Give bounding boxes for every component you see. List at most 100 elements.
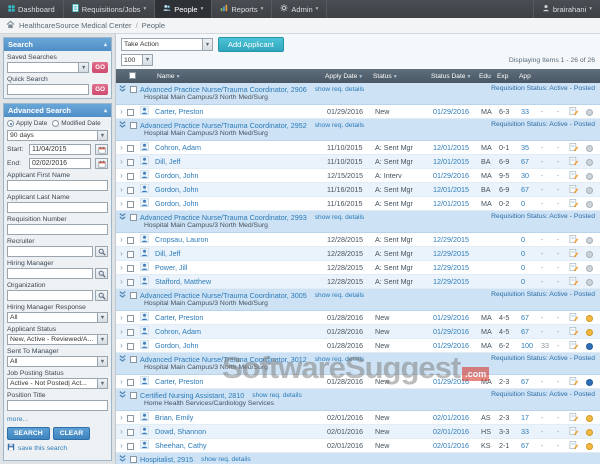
requisition-number-input[interactable] (7, 224, 108, 235)
sent-to-manager-select[interactable]: All ▼ (7, 356, 108, 367)
home-icon[interactable] (6, 20, 15, 31)
applicant-name-link[interactable]: Cropsau, Lauron (155, 235, 327, 244)
row-checkbox[interactable] (127, 108, 134, 116)
applicant-last-name-input[interactable] (7, 202, 108, 213)
column-header-status-date[interactable]: Status Date▼ (431, 73, 479, 80)
nav-item-dashboard[interactable]: Dashboard (0, 0, 64, 18)
edit-notes-icon[interactable] (569, 170, 586, 182)
breadcrumb-site[interactable]: HealthcareSource Medical Center (19, 21, 132, 30)
applicant-first-name-input[interactable] (7, 180, 108, 191)
expand-row-icon[interactable]: › (116, 441, 127, 450)
row-checkbox[interactable] (127, 342, 134, 350)
collapse-group-icon[interactable] (118, 84, 127, 95)
hiring-manager-input[interactable] (7, 268, 93, 279)
add-applicant-button[interactable]: Add Applicant (218, 37, 284, 52)
row-checkbox[interactable] (127, 314, 134, 322)
column-header-edu[interactable]: Edu (479, 73, 497, 80)
quick-search-input[interactable] (7, 84, 90, 95)
select-all-checkbox[interactable] (129, 72, 136, 80)
nav-item-requisitions-jobs[interactable]: Requisitions/Jobs ▾ (64, 0, 156, 18)
edit-notes-icon[interactable] (569, 426, 586, 438)
expand-row-icon[interactable]: › (116, 171, 127, 180)
collapse-group-icon[interactable] (118, 212, 127, 223)
start-date-input[interactable] (29, 144, 91, 155)
user-menu[interactable]: brairahani ▾ (532, 0, 600, 18)
clear-button[interactable]: CLEAR (52, 427, 91, 440)
applicant-name-link[interactable]: Carter, Preston (155, 377, 327, 386)
collapse-group-icon[interactable] (118, 390, 127, 401)
applicant-name-link[interactable]: Dowd, Shannon (155, 427, 327, 436)
job-posting-status-select[interactable]: Active - Not Posted| Act... ▼ (7, 378, 108, 389)
edit-notes-icon[interactable] (569, 312, 586, 324)
applicant-name-link[interactable]: Cohron, Adam (155, 327, 327, 336)
expand-row-icon[interactable]: › (116, 235, 127, 244)
search-lookup-icon[interactable] (95, 268, 108, 279)
date-range-select[interactable]: 90 days ▼ (7, 130, 108, 141)
collapse-group-icon[interactable] (118, 120, 127, 131)
expand-row-icon[interactable]: › (116, 263, 127, 272)
group-checkbox[interactable] (130, 455, 137, 463)
row-checkbox[interactable] (127, 428, 134, 436)
show-req-details-link[interactable]: show req. details (315, 356, 364, 363)
requisition-title-link[interactable]: Advanced Practice Nurse/Trauma Coordinat… (140, 121, 307, 130)
column-header-name[interactable]: Name▼ (157, 73, 325, 80)
row-checkbox[interactable] (127, 144, 134, 152)
edit-notes-icon[interactable] (569, 156, 586, 168)
apply-date-radio[interactable]: Apply Date (7, 120, 47, 127)
search-panel-header[interactable]: Search ▴ (4, 38, 111, 51)
requisition-title-link[interactable]: Hospitalist, 2915 (140, 455, 193, 464)
row-checkbox[interactable] (127, 442, 134, 450)
row-checkbox[interactable] (127, 264, 134, 272)
take-action-select[interactable]: Take Action ▼ (121, 38, 213, 51)
row-checkbox[interactable] (127, 158, 134, 166)
edit-notes-icon[interactable] (569, 106, 586, 118)
requisition-title-link[interactable]: Advanced Practice Nurse/Trauma Coordinat… (140, 291, 307, 300)
row-checkbox[interactable] (127, 278, 134, 286)
edit-notes-icon[interactable] (569, 412, 586, 424)
save-this-search-link[interactable]: save this search (18, 445, 67, 452)
row-checkbox[interactable] (127, 172, 134, 180)
edit-notes-icon[interactable] (569, 234, 586, 246)
collapse-group-icon[interactable] (118, 454, 127, 464)
saved-searches-select[interactable]: ▼ (7, 62, 90, 73)
expand-row-icon[interactable]: › (116, 377, 127, 386)
expand-row-icon[interactable]: › (116, 313, 127, 322)
expand-row-icon[interactable]: › (116, 341, 127, 350)
applicant-name-link[interactable]: Gordon, John (155, 199, 327, 208)
applicant-name-link[interactable]: Power, Jill (155, 263, 327, 272)
expand-row-icon[interactable]: › (116, 143, 127, 152)
applicant-name-link[interactable]: Carter, Preston (155, 313, 327, 322)
applicant-name-link[interactable]: Stafford, Matthew (155, 277, 327, 286)
expand-row-icon[interactable]: › (116, 157, 127, 166)
expand-row-icon[interactable]: › (116, 413, 127, 422)
expand-row-icon[interactable]: › (116, 277, 127, 286)
show-req-details-link[interactable]: show req. details (315, 214, 364, 221)
row-checkbox[interactable] (127, 236, 134, 244)
edit-notes-icon[interactable] (569, 276, 586, 288)
hiring-manager-response-select[interactable]: All ▼ (7, 312, 108, 323)
requisition-title-link[interactable]: Advanced Practice Nurse/Trauma Coordinat… (140, 85, 307, 94)
edit-notes-icon[interactable] (569, 184, 586, 196)
end-date-input[interactable] (29, 158, 91, 169)
column-header-exp[interactable]: Exp (497, 73, 519, 80)
applicant-name-link[interactable]: Gordon, John (155, 171, 327, 180)
quick-search-go-button[interactable]: GO (92, 84, 108, 95)
calendar-icon[interactable] (95, 144, 108, 155)
show-req-details-link[interactable]: show req. details (315, 122, 364, 129)
edit-notes-icon[interactable] (569, 142, 586, 154)
show-req-details-link[interactable]: show req. details (201, 456, 250, 463)
expand-row-icon[interactable]: › (116, 199, 127, 208)
requisition-title-link[interactable]: Certified Nursing Assistant, 2810 (140, 391, 244, 400)
applicant-name-link[interactable]: Carter, Preston (155, 107, 327, 116)
nav-item-reports[interactable]: Reports ▾ (212, 0, 273, 18)
applicant-name-link[interactable]: Gordon, John (155, 341, 327, 350)
nav-item-admin[interactable]: Admin ▾ (272, 0, 328, 18)
edit-notes-icon[interactable] (569, 376, 586, 388)
search-lookup-icon[interactable] (95, 290, 108, 301)
advanced-search-panel-header[interactable]: Advanced Search ▴ (4, 104, 111, 117)
expand-row-icon[interactable]: › (116, 107, 127, 116)
expand-row-icon[interactable]: › (116, 249, 127, 258)
column-header-apply-date[interactable]: Apply Date▼ (325, 73, 373, 80)
row-checkbox[interactable] (127, 200, 134, 208)
group-checkbox[interactable] (130, 121, 137, 129)
